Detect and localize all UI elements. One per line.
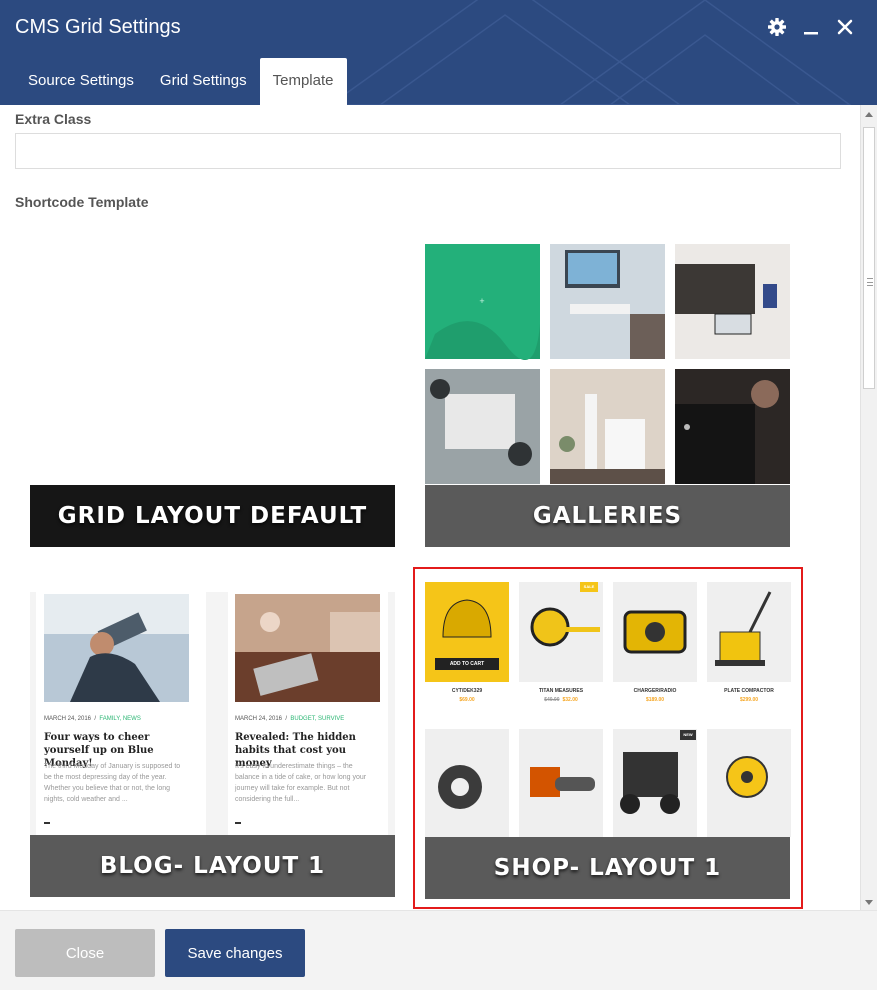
blog-post-excerpt: It's easy to underestimate things – the … bbox=[235, 763, 367, 803]
blog-post-meta: MARCH 24, 2016 / FAMILY, NEWS bbox=[44, 716, 141, 722]
add-to-cart-label: ADD TO CART bbox=[449, 661, 485, 667]
product-name: CYT/DEK329 bbox=[451, 688, 483, 694]
shop-preview-images bbox=[425, 582, 791, 837]
blog-post-excerpt: The third Monday of January is supposed … bbox=[44, 763, 181, 803]
minimize-icon[interactable] bbox=[801, 16, 821, 38]
post-categories: BUDGET, SURVIVE bbox=[290, 716, 345, 722]
dialog-content: Extra Class Shortcode Template GRID LAYO… bbox=[0, 105, 860, 910]
post-date: MARCH 24, 2016 bbox=[44, 716, 92, 722]
template-shop-layout-1[interactable]: ADD TO CART SALE NEW CYT/DEK329 $69.00 T… bbox=[413, 567, 803, 909]
post-categories: FAMILY, NEWS bbox=[99, 716, 141, 722]
scroll-down-arrow-icon[interactable] bbox=[865, 900, 873, 905]
galleries-preview-image: + bbox=[425, 244, 790, 484]
dialog-title: CMS Grid Settings bbox=[15, 16, 181, 38]
template-label: BLOG- LAYOUT 1 bbox=[30, 835, 395, 897]
tab-grid-settings[interactable]: Grid Settings bbox=[147, 58, 260, 105]
product-name: CHARGER/RADIO bbox=[633, 688, 677, 694]
blog-preview-images bbox=[44, 594, 380, 702]
more-indicator bbox=[44, 822, 50, 824]
template-label: GALLERIES bbox=[425, 485, 790, 547]
tab-source-settings[interactable]: Source Settings bbox=[15, 58, 147, 105]
more-indicator bbox=[235, 822, 241, 824]
close-icon[interactable] bbox=[835, 16, 855, 38]
content-scrollbar[interactable] bbox=[860, 105, 877, 910]
sale-badge: SALE bbox=[583, 584, 595, 589]
template-grid-layout-default[interactable]: GRID LAYOUT DEFAULT bbox=[30, 485, 395, 547]
blog-post-meta: MARCH 24, 2016 / BUDGET, SURVIVE bbox=[235, 716, 345, 722]
template-blog-layout-1[interactable]: MARCH 24, 2016 / FAMILY, NEWS Four ways … bbox=[30, 592, 395, 897]
post-date: MARCH 24, 2016 bbox=[235, 716, 283, 722]
product-price: $299.00 bbox=[739, 697, 759, 703]
template-galleries[interactable]: + GALLERIES bbox=[425, 244, 790, 547]
template-label: GRID LAYOUT DEFAULT bbox=[30, 485, 395, 547]
close-button[interactable]: Close bbox=[15, 929, 155, 977]
scrollbar-thumb[interactable] bbox=[863, 127, 875, 389]
template-label: SHOP- LAYOUT 1 bbox=[425, 837, 790, 899]
dialog-footer: Close Save changes bbox=[0, 910, 877, 990]
product-old-price: $40.00 bbox=[544, 697, 560, 703]
tab-template[interactable]: Template bbox=[259, 58, 347, 105]
product-price: $69.00 bbox=[459, 697, 475, 703]
gear-icon[interactable] bbox=[767, 16, 787, 38]
product-price: $189.00 bbox=[645, 697, 665, 703]
product-name: PLATE COMPACTOR bbox=[724, 688, 774, 694]
product-sale-price: $32.00 bbox=[562, 697, 578, 703]
dialog-header: CMS Grid Settings Source Settings Grid S… bbox=[0, 0, 877, 105]
svg-text:+: + bbox=[479, 296, 484, 306]
product-price: $40.00 $32.00 bbox=[519, 697, 603, 703]
extra-class-input[interactable] bbox=[15, 133, 841, 169]
shortcode-template-label: Shortcode Template bbox=[15, 194, 149, 210]
scroll-up-arrow-icon[interactable] bbox=[865, 112, 873, 117]
scrollbar-grip-icon bbox=[867, 278, 873, 286]
product-name: TITAN MEASURES bbox=[538, 688, 584, 694]
save-changes-button[interactable]: Save changes bbox=[165, 929, 305, 977]
new-badge: NEW bbox=[683, 732, 693, 737]
extra-class-label: Extra Class bbox=[15, 111, 92, 127]
tab-bar: Source Settings Grid Settings Template bbox=[15, 58, 347, 105]
